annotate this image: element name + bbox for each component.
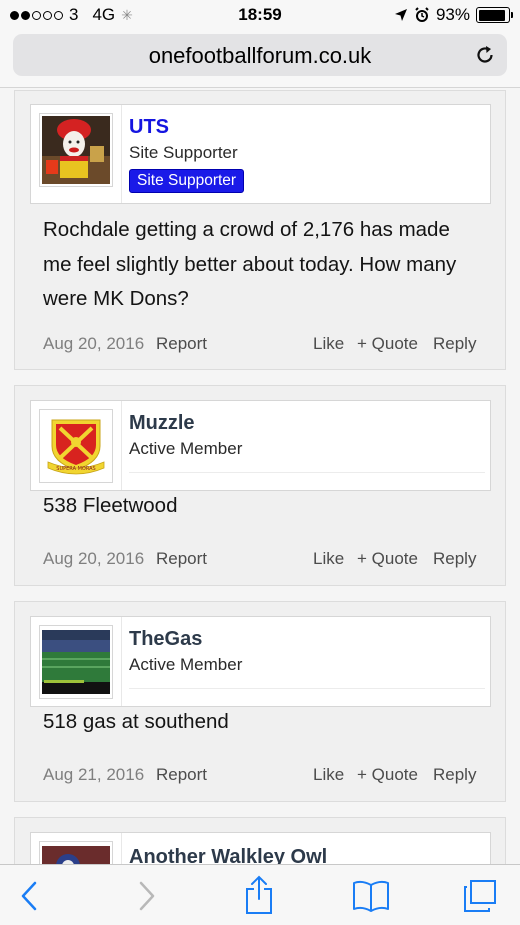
browser-toolbar [0,864,520,925]
avatar[interactable] [39,113,113,187]
report-link[interactable]: Report [156,549,207,569]
avatar-owl-image [42,844,110,864]
status-bar: 3 4G ✳ 18:59 93% [0,0,520,30]
post-date[interactable]: Aug 20, 2016 [43,549,144,569]
post-thegas: TheGas Active Member 518 gas at southend… [14,601,506,802]
svg-text:SUPERA MORAS: SUPERA MORAS [56,466,95,472]
quote-link[interactable]: + Quote [357,334,418,354]
report-link[interactable]: Report [156,765,207,785]
post-message: 538 Fleetwood [43,494,178,517]
tabs-icon[interactable] [462,879,498,913]
location-icon [394,9,407,21]
user-block: Another Walkley Owl [30,832,491,864]
battery-percent: 93% [435,5,470,24]
forward-icon[interactable] [136,879,156,913]
avatar-crest-image: SUPERA MORAS [42,412,110,480]
avatar[interactable] [39,625,113,699]
user-title: Site Supporter [129,143,238,162]
reply-link[interactable]: Reply [433,549,476,569]
post-message: Rochdale getting a crowd of 2,176 has ma… [43,218,457,310]
avatar-stadium-image [42,628,110,696]
post-meta: Aug 20, 2016 Report Like + Quote Reply [43,334,479,358]
post-date[interactable]: Aug 20, 2016 [43,334,144,354]
battery-icon [476,7,513,23]
username[interactable]: Muzzle [129,412,195,435]
post-meta: Aug 21, 2016 Report Like + Quote Reply [43,765,479,789]
username[interactable]: Another Walkley Owl [129,846,327,864]
reply-link[interactable]: Reply [433,765,476,785]
post-meta: Aug 20, 2016 Report Like + Quote Reply [43,549,479,573]
report-link[interactable]: Report [156,334,207,354]
reload-icon[interactable] [473,43,497,67]
avatar[interactable]: SUPERA MORAS [39,409,113,483]
status-right: 93% [394,5,513,25]
user-block: UTS Site Supporter Site Supporter [30,104,491,204]
like-link[interactable]: Like [313,549,344,569]
quote-link[interactable]: + Quote [357,549,418,569]
address-bar[interactable]: onefootballforum.co.uk [13,34,507,76]
post-another-walkley-owl: Another Walkley Owl [14,817,506,864]
reply-link[interactable]: Reply [433,334,476,354]
avatar[interactable] [39,841,113,864]
user-block: TheGas Active Member [30,616,491,707]
browser-address-area: onefootballforum.co.uk [0,30,520,88]
post-message: 518 gas at southend [43,710,229,733]
forum-thread: UTS Site Supporter Site Supporter Rochda… [0,89,520,864]
user-title: Active Member [129,655,243,674]
back-icon[interactable] [20,879,40,913]
post-date[interactable]: Aug 21, 2016 [43,765,144,785]
user-banner: Site Supporter [129,169,245,193]
username[interactable]: TheGas [129,628,202,651]
url-text[interactable]: onefootballforum.co.uk [13,43,507,69]
like-link[interactable]: Like [313,334,344,354]
battery-fill [478,9,506,21]
post-uts: UTS Site Supporter Site Supporter Rochda… [14,90,506,370]
post-muzzle: SUPERA MORAS Muzzle Active Member 538 Fl… [14,385,506,586]
quote-link[interactable]: + Quote [357,765,418,785]
bookmarks-icon[interactable] [352,879,390,913]
share-icon[interactable] [244,875,274,915]
username[interactable]: UTS [129,116,169,139]
avatar-clown-image [42,116,110,184]
user-block: SUPERA MORAS Muzzle Active Member [30,400,491,491]
like-link[interactable]: Like [313,765,344,785]
alarm-icon [415,7,429,22]
user-title: Active Member [129,439,243,458]
